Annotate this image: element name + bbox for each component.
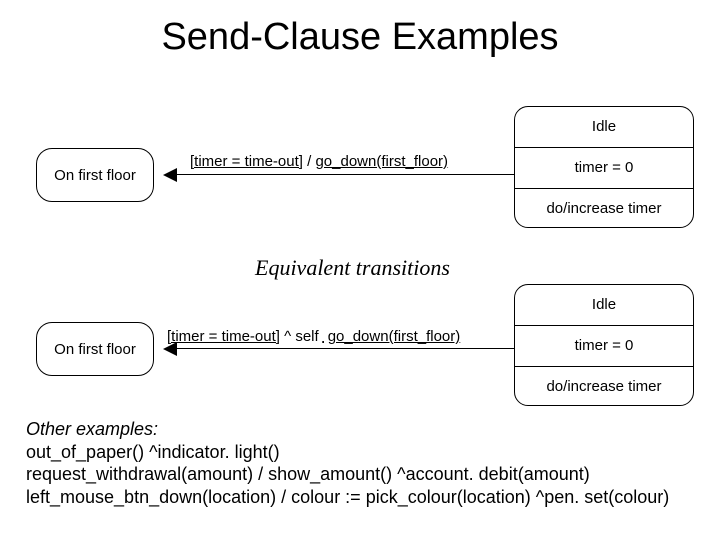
- slide-title: Send-Clause Examples: [0, 16, 720, 59]
- state-idle-1: Idle timer = 0 do/increase timer: [514, 106, 694, 228]
- state-on-first-floor-1: On first floor: [36, 148, 154, 202]
- transition-arrow-2: [165, 348, 514, 349]
- transition-arrow-1: [165, 174, 514, 175]
- equivalent-transitions-label: Equivalent transitions: [255, 255, 450, 281]
- arrowhead-icon: [163, 168, 177, 182]
- slide: Send-Clause Examples On first floor Idle…: [0, 0, 720, 540]
- state-activity-row: do/increase timer: [515, 367, 693, 407]
- state-on-first-floor-2: On first floor: [36, 322, 154, 376]
- example-line: left_mouse_btn_down(location) / colour :…: [26, 486, 686, 509]
- caret-self-text: ^ self: [280, 328, 319, 345]
- guard-text: [timer = time-out]: [167, 328, 280, 345]
- state-label: On first floor: [54, 341, 136, 358]
- other-examples: Other examples: out_of_paper() ^indicato…: [26, 418, 686, 508]
- state-entry-row: timer = 0: [515, 326, 693, 367]
- state-label: On first floor: [54, 167, 136, 184]
- example-line: request_withdrawal(amount) / show_amount…: [26, 463, 686, 486]
- slash-text: /: [303, 153, 316, 170]
- state-entry-row: timer = 0: [515, 148, 693, 189]
- example-line: out_of_paper() ^indicator. light(): [26, 441, 686, 464]
- action-text: go_down(first_floor): [315, 153, 448, 170]
- transition-label-1: [timer = time-out] / go_down(first_floor…: [190, 153, 448, 170]
- examples-header: Other examples:: [26, 418, 686, 441]
- state-name-row: Idle: [515, 107, 693, 148]
- state-idle-2: Idle timer = 0 do/increase timer: [514, 284, 694, 406]
- dot-text: .: [319, 327, 328, 347]
- state-name-row: Idle: [515, 285, 693, 326]
- transition-label-2: [timer = time-out] ^ self.go_down(first_…: [167, 327, 460, 348]
- state-activity-row: do/increase timer: [515, 189, 693, 229]
- guard-text: [timer = time-out]: [190, 153, 303, 170]
- action-text: go_down(first_floor): [328, 328, 461, 345]
